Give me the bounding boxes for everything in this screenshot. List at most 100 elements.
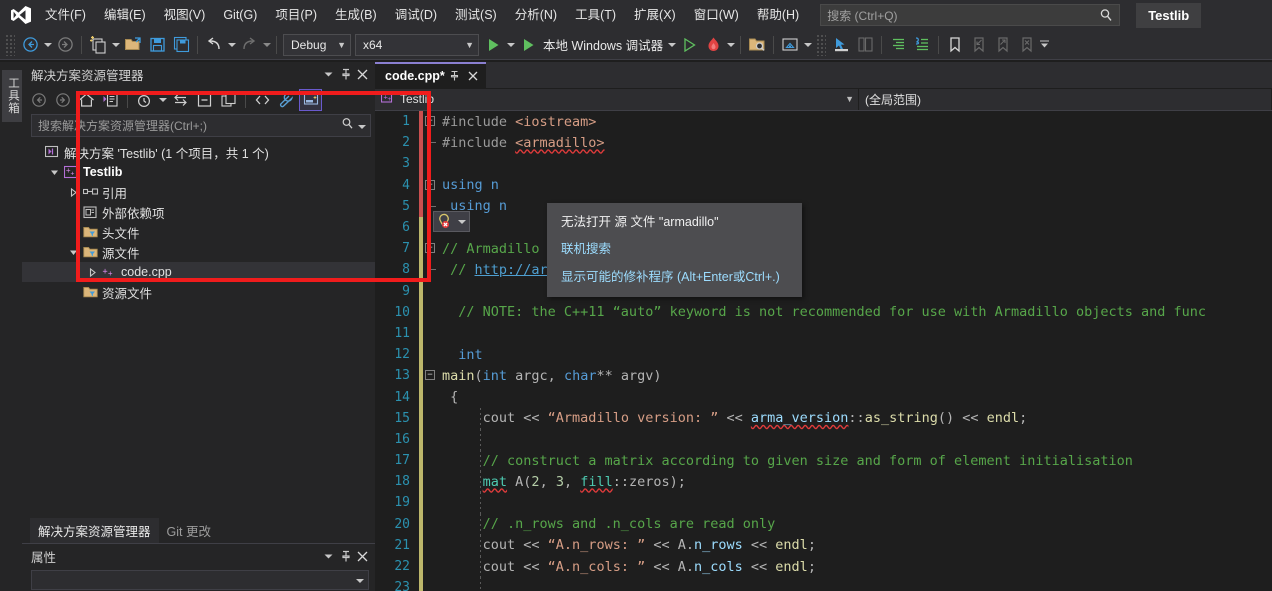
code-line[interactable]: 5 using n — [375, 195, 1272, 217]
redo-dropdown-icon[interactable] — [261, 33, 272, 57]
select-tool-icon[interactable] — [829, 33, 853, 57]
menu-item-11[interactable]: 扩展(X) — [625, 4, 685, 27]
tree-item-5[interactable]: 头文件 — [22, 222, 375, 242]
fold-margin[interactable] — [423, 153, 440, 174]
fold-margin[interactable] — [423, 514, 440, 535]
local-windows-debugger-icon[interactable] — [516, 33, 540, 57]
preview-selected-items-icon[interactable] — [299, 88, 322, 111]
fold-margin[interactable] — [423, 556, 440, 577]
collapse-region-icon[interactable]: − — [425, 116, 435, 126]
sync-with-active-document-icon[interactable] — [169, 89, 192, 111]
pending-changes-dropdown-icon[interactable] — [157, 88, 168, 112]
home-folder-dropdown-icon[interactable] — [802, 33, 813, 57]
tree-item-2[interactable]: + + Testlib — [22, 162, 375, 182]
configuration-dropdown[interactable]: Debug ▼ — [283, 33, 351, 56]
vertical-tab-toolbox[interactable]: 工具箱 — [2, 70, 24, 122]
properties-object-selector[interactable] — [31, 570, 369, 590]
pin-icon[interactable] — [337, 65, 354, 83]
code-line[interactable]: 4 − using n — [375, 174, 1272, 196]
menu-item-5[interactable]: 项目(P) — [266, 4, 326, 27]
back-icon[interactable] — [27, 89, 50, 111]
fold-margin[interactable]: − — [423, 365, 440, 386]
copy-panel-icon[interactable] — [853, 33, 877, 57]
code-line[interactable]: 13 − main(int argc, char** argv) — [375, 365, 1272, 387]
start-without-debugging-icon[interactable] — [677, 33, 701, 57]
chevron-down-icon[interactable] — [320, 547, 337, 565]
tree-item-4[interactable]: 外部依赖项 — [22, 202, 375, 222]
fold-margin[interactable] — [423, 344, 440, 365]
bookmark-icon[interactable] — [943, 33, 967, 57]
chevron-down-icon[interactable] — [320, 65, 337, 83]
code-line[interactable]: 8 // http://arma.sourceforge.net/docs.ht… — [375, 259, 1272, 281]
code-line[interactable]: 18 mat A(2, 3, fill::zeros); — [375, 471, 1272, 493]
menu-item-7[interactable]: 调试(D) — [386, 4, 446, 27]
error-tooltip-fixes-link[interactable]: 显示可能的修补程序 (Alt+Enter或Ctrl+.) — [561, 267, 788, 287]
navbar-scope-dropdown[interactable]: (全局范围) — [859, 88, 1272, 110]
pending-changes-icon[interactable] — [133, 89, 156, 111]
start-dropdown-icon[interactable] — [505, 33, 516, 57]
fold-margin[interactable]: − — [423, 238, 440, 259]
toolbar-overflow-icon[interactable] — [1039, 33, 1050, 57]
menu-item-9[interactable]: 分析(N) — [506, 4, 566, 27]
next-bookmark-icon[interactable] — [991, 33, 1015, 57]
quick-actions-error-icon[interactable] — [433, 211, 470, 232]
code-line[interactable]: 17 // construct a matrix according to gi… — [375, 450, 1272, 472]
collapse-region-icon[interactable]: − — [425, 370, 435, 381]
fold-margin[interactable] — [423, 492, 440, 513]
menu-item-3[interactable]: 视图(V) — [155, 4, 215, 27]
fold-margin[interactable] — [423, 302, 440, 323]
tree-item-8[interactable]: 资源文件 — [22, 282, 375, 302]
fold-margin[interactable] — [423, 429, 440, 450]
code-line[interactable]: 15 cout << “Armadillo version: ” << arma… — [375, 407, 1272, 429]
debug-target-label[interactable]: 本地 Windows 调试器 — [540, 35, 666, 54]
hot-reload-dropdown-icon[interactable] — [725, 33, 736, 57]
undo-dropdown-icon[interactable] — [226, 33, 237, 57]
fold-margin[interactable] — [423, 471, 440, 492]
toolbar-grip[interactable] — [816, 33, 827, 56]
save-all-icon[interactable] — [169, 33, 193, 57]
view-code-icon[interactable] — [251, 89, 274, 111]
pin-icon[interactable] — [337, 547, 354, 565]
search-box[interactable]: 搜索 (Ctrl+Q) — [820, 4, 1121, 26]
menu-item-6[interactable]: 生成(B) — [326, 4, 386, 27]
solution-explorer-search-input[interactable]: 搜索解决方案资源管理器(Ctrl+;) — [38, 117, 341, 134]
properties-wrench-icon[interactable] — [275, 89, 298, 111]
chevron-right-icon[interactable] — [66, 187, 81, 197]
fold-margin[interactable] — [423, 281, 440, 302]
tree-item-1[interactable]: 解决方案 'Testlib' (1 个项目，共 1 个) — [22, 142, 375, 162]
chevron-down-icon[interactable] — [47, 168, 62, 177]
navigate-forward-icon[interactable] — [53, 33, 77, 57]
tree-item-7[interactable]: + + code.cpp — [22, 262, 375, 282]
fold-margin[interactable]: − — [423, 111, 440, 132]
fold-margin[interactable] — [423, 450, 440, 471]
save-icon[interactable] — [145, 33, 169, 57]
home-folder-icon[interactable] — [778, 33, 802, 57]
close-icon[interactable] — [354, 65, 371, 83]
fold-margin[interactable] — [423, 259, 440, 280]
folder-search-icon[interactable] — [745, 33, 769, 57]
navbar-project-dropdown[interactable]: + + Testlib ▼ — [375, 88, 859, 110]
comment-icon[interactable] — [910, 33, 934, 57]
pin-icon[interactable] — [447, 68, 463, 84]
code-line[interactable]: 14 { — [375, 386, 1272, 408]
search-input[interactable]: 搜索 (Ctrl+Q) — [827, 7, 897, 24]
menu-item-2[interactable]: 编辑(E) — [95, 4, 155, 27]
hot-reload-icon[interactable] — [701, 33, 725, 57]
close-icon[interactable] — [354, 547, 371, 565]
fold-margin[interactable]: − — [423, 175, 440, 196]
previous-bookmark-icon[interactable] — [967, 33, 991, 57]
close-icon[interactable] — [465, 68, 481, 84]
fold-margin[interactable] — [423, 577, 440, 591]
navigate-back-icon[interactable] — [18, 33, 42, 57]
switch-views-icon[interactable] — [99, 89, 122, 111]
clear-bookmarks-icon[interactable] — [1015, 33, 1039, 57]
code-line[interactable]: 6 — [375, 216, 1272, 239]
code-line[interactable]: 1 − #include <iostream> — [375, 111, 1272, 133]
toolbar-grip[interactable] — [5, 33, 15, 56]
home-icon[interactable] — [75, 89, 98, 111]
code-line[interactable]: 22 cout << “A.n_cols: ” << A.n_cols << e… — [375, 555, 1272, 578]
fold-margin[interactable] — [423, 535, 440, 556]
undo-icon[interactable] — [202, 33, 226, 57]
error-tooltip-search-link[interactable]: 联机搜索 — [561, 239, 788, 259]
tree-item-3[interactable]: 引用 — [22, 182, 375, 202]
